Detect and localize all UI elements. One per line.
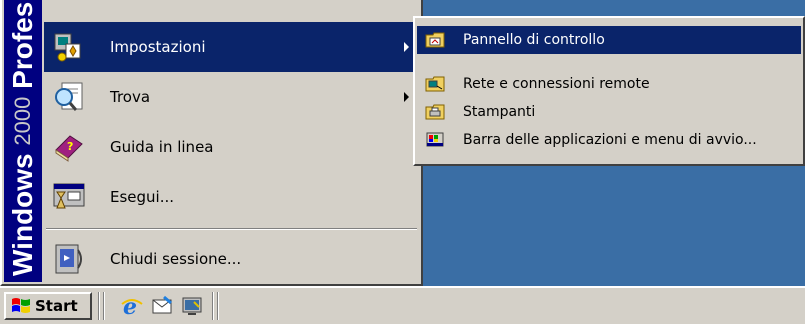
submenu-item-label: Barra delle applicazioni e menu di avvio… [463,132,757,148]
menu-item-label: Trova [110,88,151,106]
submenu-item-rete[interactable]: Rete e connessioni remote [417,70,801,98]
outlook-express-icon[interactable] [150,294,174,318]
taskbar-separator [103,292,105,320]
settings-icon [54,33,81,62]
start-menu-banner: Windows 2000 Profes [4,0,42,282]
menu-item-chiudi-sessione[interactable]: Chiudi sessione... [44,234,419,284]
taskbar: Start e [0,286,805,324]
menu-item-label: Guida in linea [110,138,214,156]
submenu-item-stampanti[interactable]: Stampanti [417,98,801,126]
submenu-item-label: Pannello di controllo [463,32,605,48]
menu-item-label: Esegui... [110,188,175,206]
taskbar-separator [98,292,100,320]
submenu-item-barra-applicazioni[interactable]: Barra delle applicazioni e menu di avvio… [417,126,801,154]
submenu-arrow-icon [404,42,409,52]
svg-text:?: ? [67,140,73,153]
start-menu: Windows 2000 Profes Impostazioni Trova ? [0,0,423,286]
show-desktop-icon[interactable] [180,294,204,318]
svg-text:e: e [123,294,137,318]
taskbar-separator [217,292,219,320]
settings-submenu: Pannello di controllo Rete e connessioni… [413,16,805,166]
menu-separator [46,228,417,230]
internet-explorer-icon[interactable]: e [120,294,144,318]
brand-text: Windows 2000 Profes [4,0,42,276]
printer-folder-icon [425,104,445,120]
submenu-item-pannello-di-controllo[interactable]: Pannello di controllo [417,26,801,54]
submenu-item-label: Stampanti [463,104,536,120]
menu-item-esegui[interactable]: Esegui... [44,172,419,222]
brand-windows: Windows [7,153,38,276]
help-book-icon: ? [55,135,83,162]
menu-item-impostazioni[interactable]: Impostazioni [44,22,419,72]
taskbar-settings-icon [426,132,444,147]
search-icon [55,82,83,111]
network-icon [425,76,445,92]
windows-logo-icon [12,298,30,313]
logoff-icon [55,244,82,274]
brand-version: 2000 [10,96,35,146]
menu-item-label: Chiudi sessione... [110,250,242,268]
menu-item-guida[interactable]: ? Guida in linea [44,122,419,172]
run-icon [53,183,85,209]
submenu-item-label: Rete e connessioni remote [463,76,650,92]
brand-edition: Profes [7,1,38,89]
submenu-arrow-icon [404,92,409,102]
control-panel-icon [425,32,445,48]
taskbar-separator [212,292,214,320]
start-button[interactable]: Start [4,292,92,320]
menu-item-trova[interactable]: Trova [44,72,419,122]
start-button-label: Start [35,297,78,315]
menu-item-label: Impostazioni [110,38,206,56]
